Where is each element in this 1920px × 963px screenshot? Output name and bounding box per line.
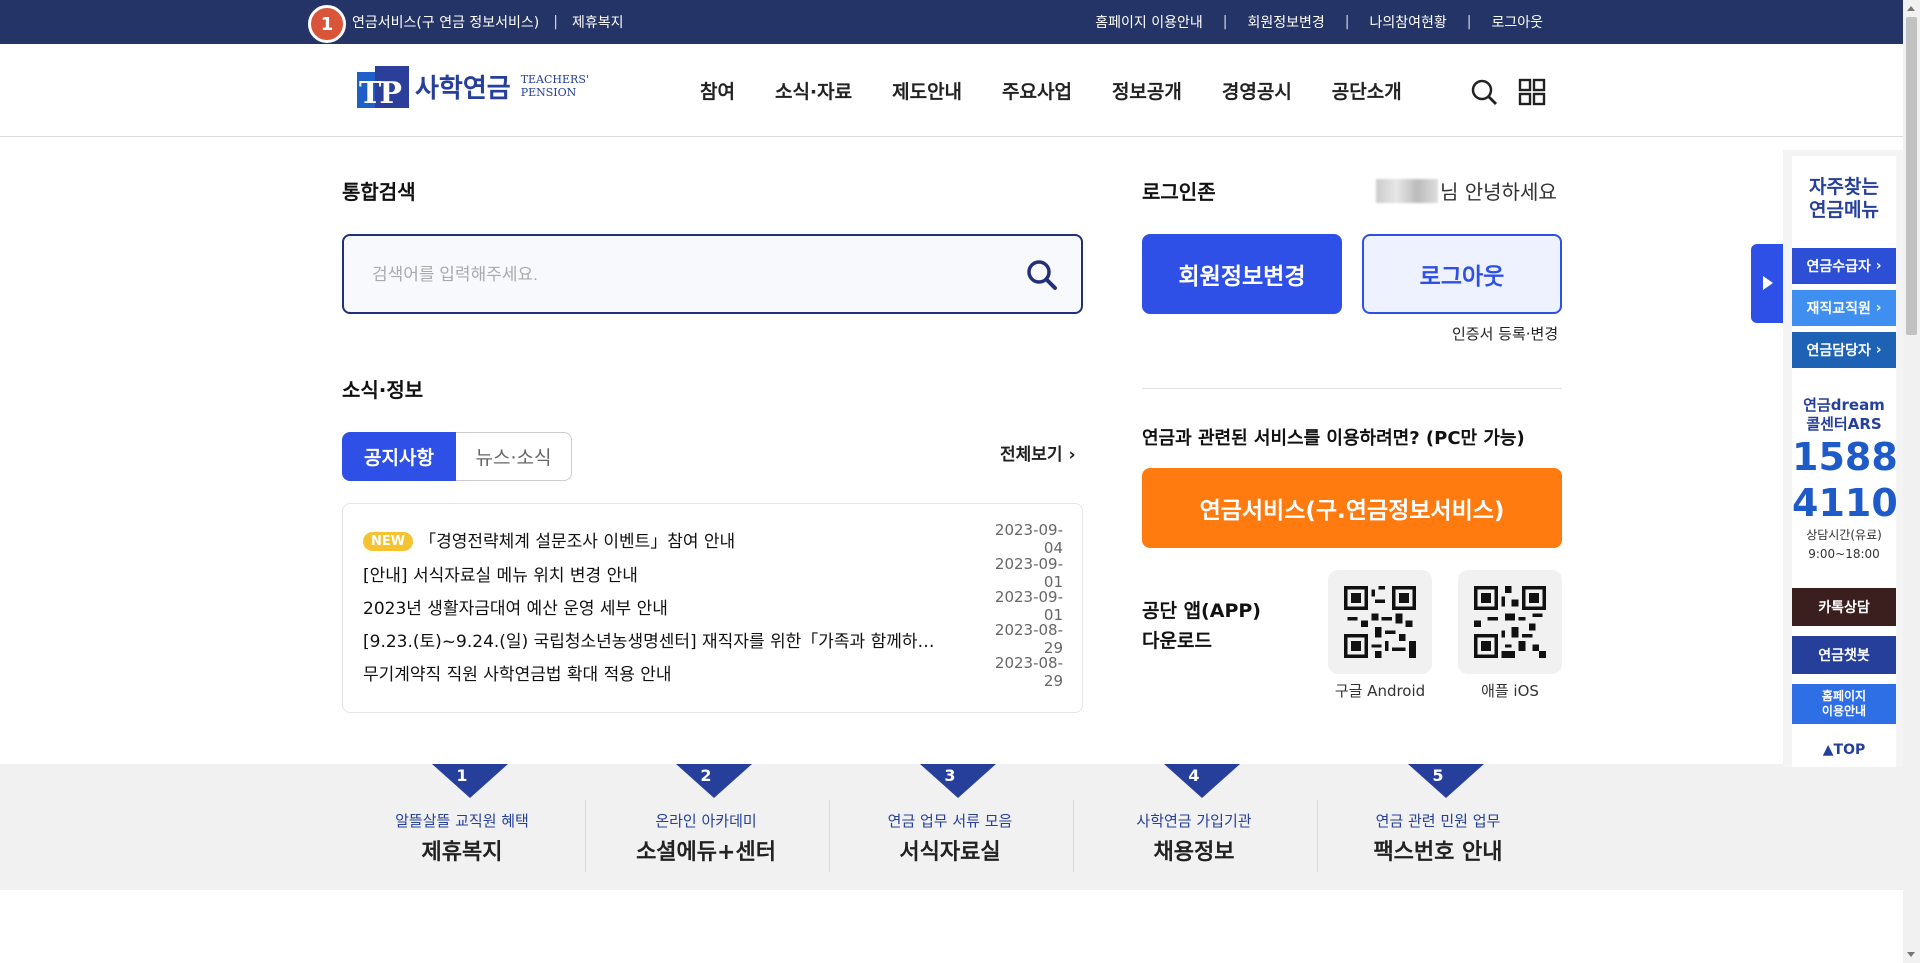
logo-subtext: TEACHERS' PENSION <box>520 73 589 99</box>
notice-title[interactable]: [안내] 서식자료실 메뉴 위치 변경 안내 <box>363 561 979 586</box>
kakao-chat-button[interactable]: 카톡상담 <box>1792 588 1896 626</box>
notice-date: 2023-09-01 <box>994 555 1063 591</box>
main-nav: 참여 소식·자료 제도안내 주요사업 정보공개 경영공시 공단소개 <box>700 44 1402 137</box>
welfare-link[interactable]: 제휴복지 <box>572 12 624 32</box>
ars-number-2: 4110 <box>1792 481 1898 525</box>
notice-title[interactable]: 무기계약직 직원 사학연금법 확대 적용 안내 <box>363 660 979 685</box>
search-icon[interactable] <box>1470 78 1498 106</box>
nav-system[interactable]: 제도안내 <box>892 77 962 104</box>
notice-date: 2023-08-29 <box>994 621 1063 657</box>
quick-link-social-edu[interactable]: 2 온라인 아카데미 소셜에듀+센터 <box>584 764 828 890</box>
call-center-info: 연금dream 콜센터ARS 1588 4110 상담시간(유료) 9:00~1… <box>1792 396 1898 561</box>
news-section-title: 소식·정보 <box>342 378 424 402</box>
user-name-masked <box>1376 178 1438 203</box>
notice-list: NEW 「경영전략체계 설문조사 이벤트」참여 안내 2023-09-04 [안내… <box>342 503 1083 713</box>
divider: | <box>1466 14 1472 30</box>
list-item[interactable]: [9.23.(토)~9.24.(일) 국립청소년농생명센터] 재직자를 위한「가… <box>363 621 1063 657</box>
divider <box>1142 388 1562 389</box>
nav-management[interactable]: 경영공시 <box>1222 77 1292 104</box>
nav-projects[interactable]: 주요사업 <box>1002 77 1072 104</box>
ars-number-1: 1588 <box>1792 435 1898 479</box>
site-logo[interactable]: TP 사학연금 TEACHERS' PENSION <box>353 62 589 111</box>
quick-links: 1 알뜰살뜰 교직원 혜택 제휴복지 2 온라인 아카데미 소셜에듀+센터 3 … <box>0 764 1903 890</box>
search-section-title: 통합검색 <box>342 180 416 204</box>
scroll-up-icon[interactable] <box>1907 6 1915 11</box>
notice-title[interactable]: [9.23.(토)~9.24.(일) 국립청소년농생명센터] 재직자를 위한「가… <box>363 627 979 652</box>
logout-button[interactable]: 로그아웃 <box>1362 234 1562 314</box>
view-all-link[interactable]: 전체보기 › <box>1000 440 1076 465</box>
scroll-top-button[interactable]: ▲TOP <box>1792 742 1896 758</box>
notice-date: 2023-09-04 <box>994 521 1063 557</box>
notice-title[interactable]: 「경영전략체계 설문조사 이벤트」참여 안내 <box>419 532 735 552</box>
side-menu-manager[interactable]: 연금담당자 › <box>1792 332 1896 368</box>
play-arrow-icon <box>1763 276 1773 290</box>
search-submit-icon[interactable] <box>1023 256 1061 294</box>
my-participation-link[interactable]: 나의참여현황 <box>1369 12 1446 32</box>
site-guide-button[interactable]: 홈페이지 이용안내 <box>1792 684 1896 724</box>
news-tabs: 공지사항 뉴스·소식 <box>342 432 572 481</box>
android-label: 구글 Android <box>1334 682 1426 700</box>
side-menu-employee[interactable]: 재직교직원 › <box>1792 290 1896 326</box>
app-download-title: 공단 앱(APP) 다운로드 <box>1142 600 1261 652</box>
nav-participation[interactable]: 참여 <box>700 77 735 104</box>
notice-date: 2023-09-01 <box>994 588 1063 624</box>
logo-text: 사학연금 <box>415 73 511 104</box>
ios-qr[interactable] <box>1458 570 1562 674</box>
scroll-down-icon[interactable] <box>1907 952 1915 957</box>
ios-label: 애플 iOS <box>1481 682 1539 700</box>
site-guide-link[interactable]: 홈페이지 이용안내 <box>1095 12 1203 32</box>
page-scrollbar[interactable] <box>1903 0 1920 963</box>
tab-news[interactable]: 뉴스·소식 <box>456 432 572 481</box>
divider: | <box>1344 14 1350 30</box>
quick-menu-panel: 자주찾는 연금메뉴 연금수급자 › 재직교직원 › 연금담당자 › 연금dream… <box>1783 150 1903 767</box>
quick-menu-title: 자주찾는 연금메뉴 <box>1809 176 1879 221</box>
site-header: TP 사학연금 TEACHERS' PENSION 참여 소식·자료 제도안내 주… <box>0 44 1903 137</box>
service-question: 연금과 관련된 서비스를 이용하려면? (PC만 가능) <box>1142 428 1525 449</box>
member-info-button[interactable]: 회원정보변경 <box>1142 234 1342 314</box>
member-info-link[interactable]: 회원정보변경 <box>1247 12 1324 32</box>
pension-service-button[interactable]: 연금서비스(구.연금정보서비스) <box>1142 468 1562 548</box>
quick-link-recruit[interactable]: 4 사학연금 가입기관 채용정보 <box>1072 764 1316 890</box>
search-input[interactable] <box>372 258 992 292</box>
greeting: 님 안녕하세요 <box>1376 176 1557 205</box>
tab-notice[interactable]: 공지사항 <box>342 432 456 481</box>
quick-link-welfare[interactable]: 1 알뜰살뜰 교직원 혜택 제휴복지 <box>340 764 584 890</box>
sitemap-grid-icon[interactable] <box>1518 78 1546 106</box>
chatbot-button[interactable]: 연금챗봇 <box>1792 636 1896 674</box>
quick-link-forms[interactable]: 3 연금 업무 서류 모음 서식자료실 <box>828 764 1072 890</box>
nav-about[interactable]: 공단소개 <box>1332 77 1402 104</box>
divider: | <box>553 14 558 30</box>
logout-link[interactable]: 로그아웃 <box>1491 12 1543 32</box>
list-item[interactable]: [안내] 서식자료실 메뉴 위치 변경 안내 2023-09-01 <box>363 555 1063 591</box>
search-box <box>342 234 1083 314</box>
certificate-link[interactable]: 인증서 등록·변경 <box>1452 323 1558 344</box>
qr-code-icon <box>1344 586 1416 658</box>
login-section-title: 로그인존 <box>1142 180 1216 204</box>
notice-date: 2023-08-29 <box>994 654 1063 690</box>
qr-code-icon <box>1474 586 1546 658</box>
side-panel-toggle[interactable] <box>1751 244 1783 323</box>
nav-disclosure[interactable]: 정보공개 <box>1112 77 1182 104</box>
quick-link-fax[interactable]: 5 연금 관련 민원 업무 팩스번호 안내 <box>1316 764 1560 890</box>
scroll-thumb[interactable] <box>1906 17 1917 335</box>
list-item[interactable]: 2023년 생활자금대여 예산 운영 세부 안내 2023-09-01 <box>363 588 1063 624</box>
side-menu-recipient[interactable]: 연금수급자 › <box>1792 248 1896 284</box>
list-item[interactable]: NEW 「경영전략체계 설문조사 이벤트」참여 안내 2023-09-04 <box>363 521 1063 557</box>
nav-news[interactable]: 소식·자료 <box>775 77 852 104</box>
pension-service-link[interactable]: 연금서비스(구 연금 정보서비스) <box>352 12 539 32</box>
list-item[interactable]: 무기계약직 직원 사학연금법 확대 적용 안내 2023-08-29 <box>363 654 1063 690</box>
divider: | <box>1222 14 1228 30</box>
android-qr[interactable] <box>1328 570 1432 674</box>
logo-mark-icon: TP <box>353 62 411 111</box>
new-badge: NEW <box>363 532 414 551</box>
utility-bar: 1 연금서비스(구 연금 정보서비스) | 제휴복지 홈페이지 이용안내 | 회… <box>0 0 1903 44</box>
notice-title[interactable]: 2023년 생활자금대여 예산 운영 세부 안내 <box>363 594 979 619</box>
